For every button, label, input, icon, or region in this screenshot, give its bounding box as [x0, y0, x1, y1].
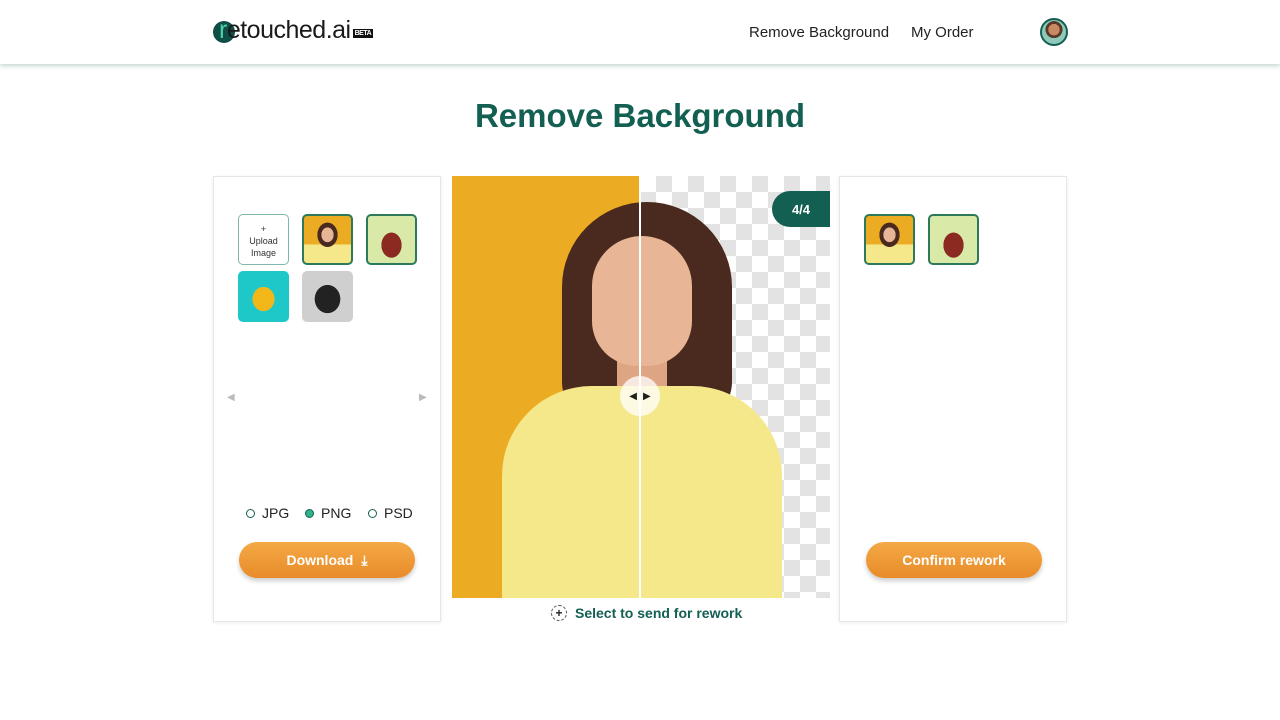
plus-circle-icon: +: [551, 605, 567, 621]
download-button[interactable]: Download ⤓: [239, 542, 415, 578]
select-for-rework[interactable]: + Select to send for rework: [551, 605, 742, 621]
header: retouched.ai BETA Remove Background My Or…: [0, 0, 1280, 64]
format-jpg[interactable]: JPG: [246, 505, 289, 521]
rework-thumbnail-handbag[interactable]: [928, 214, 979, 265]
arrow-right-icon: ▶: [643, 390, 651, 402]
arrow-left-icon: ◀: [629, 390, 637, 402]
subject-photo: [592, 236, 692, 366]
prev-arrow-icon[interactable]: ◀: [227, 392, 235, 403]
avatar[interactable]: [1040, 18, 1068, 46]
radio-icon: [246, 508, 255, 518]
page-title: Remove Background: [474, 97, 806, 134]
thumbnail-woman[interactable]: [302, 214, 353, 265]
image-counter: 4/4: [772, 191, 830, 227]
format-png[interactable]: PNG: [305, 505, 351, 521]
image-compare-viewer[interactable]: ◀ ▶ 4/4: [452, 176, 830, 598]
compare-slider-handle[interactable]: ◀ ▶: [620, 376, 660, 416]
radio-icon: [305, 508, 314, 518]
logo[interactable]: retouched.ai BETA: [213, 16, 374, 45]
confirm-rework-button[interactable]: Confirm rework: [866, 542, 1042, 578]
nav-remove-background[interactable]: Remove Background: [749, 24, 889, 41]
thumbnail-handbag[interactable]: [366, 214, 417, 265]
radio-icon: [368, 508, 377, 518]
next-arrow-icon[interactable]: ▶: [419, 392, 427, 403]
format-psd[interactable]: PSD: [368, 505, 413, 521]
rework-thumbnail-woman[interactable]: [864, 214, 915, 265]
beta-badge: BETA: [352, 29, 374, 38]
upload-image-button[interactable]: + Upload Image: [238, 214, 289, 265]
thumbnail-tshirt[interactable]: [302, 271, 353, 322]
nav-my-order[interactable]: My Order: [911, 24, 974, 41]
logo-text: retouched.ai: [219, 16, 351, 44]
download-icon: ⤓: [361, 551, 368, 568]
thumbnail-sneaker[interactable]: [238, 271, 289, 322]
